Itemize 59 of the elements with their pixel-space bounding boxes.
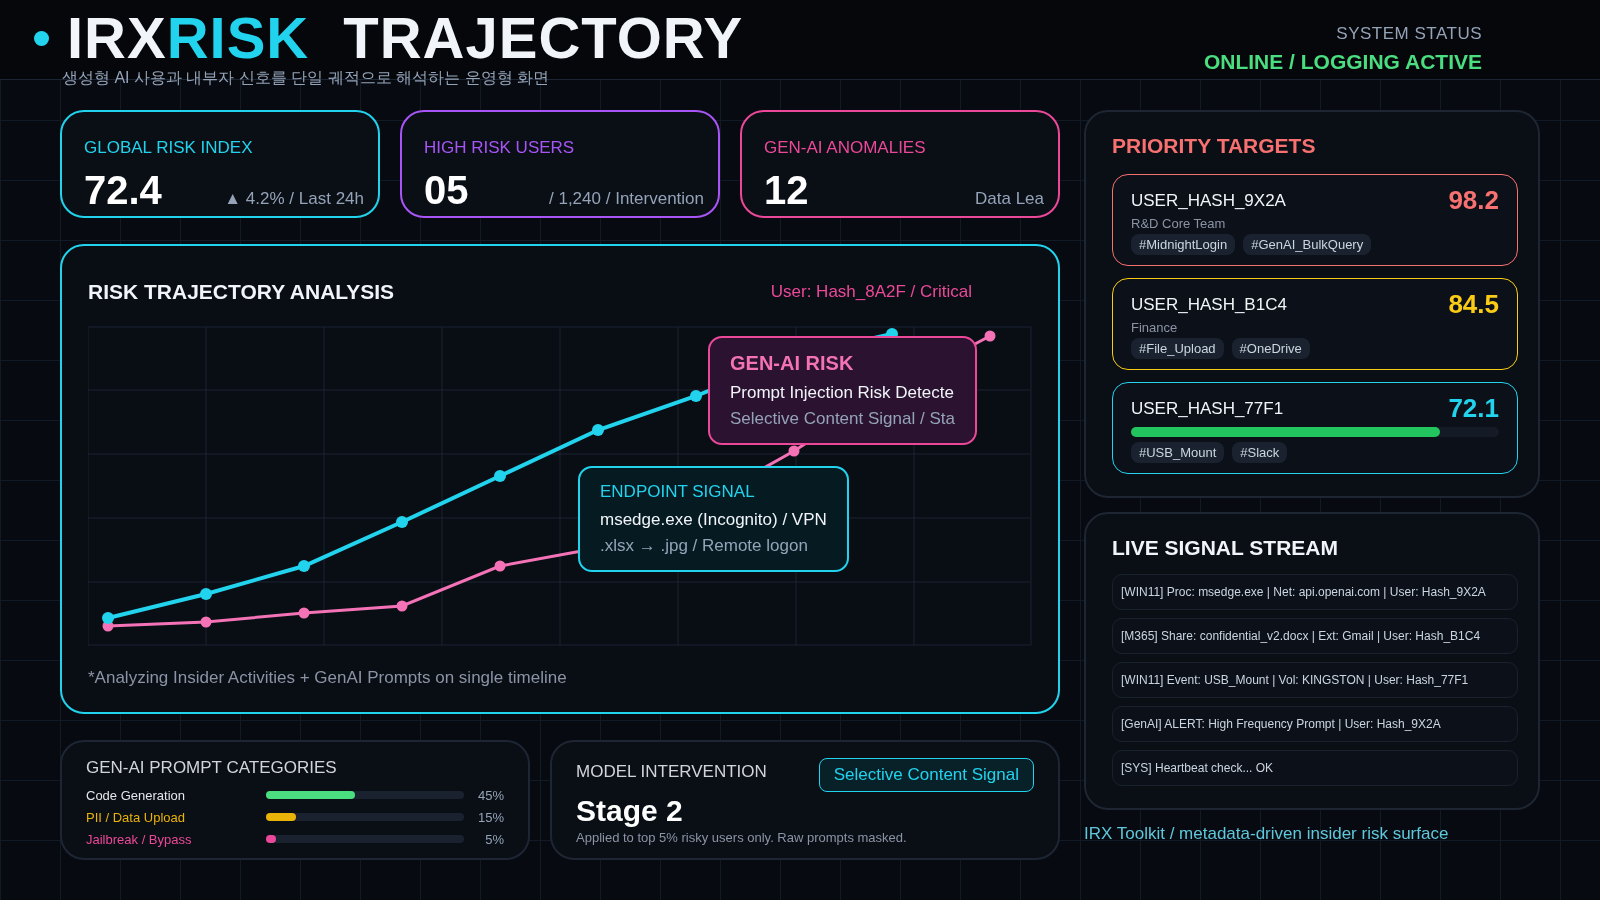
category-label: PII / Data Upload xyxy=(86,809,186,825)
target-card[interactable]: USER_HASH_9X2A 98.2 R&D Core Team #MidnightLogin #GenAI_BulkQuery xyxy=(1112,174,1518,266)
log-entry: [WIN11] Event: USB_Mount | Vol: KINGSTON | User: Hash_77F1 xyxy=(1112,662,1518,698)
stage-value: Stage 2 xyxy=(576,794,684,828)
risk-score: 84.5 xyxy=(1448,289,1499,320)
kpi-label: HIGH RISK USERS xyxy=(424,138,576,158)
target-card[interactable]: USER_HASH_77F1 72.1 #USB_Mount #Slack xyxy=(1112,382,1518,474)
kpi-label: GEN-AI ANOMALIES xyxy=(764,138,927,158)
app-title: IRXRISK TRAJECTORY xyxy=(67,6,744,70)
kpi-label: GLOBAL RISK INDEX xyxy=(84,138,254,158)
tag: #MidnightLogin xyxy=(1131,234,1236,255)
kpi-value: 05 xyxy=(424,170,469,210)
intervention-note: Applied to top 5% risky users only. Raw prompts masked. xyxy=(576,830,908,845)
category-label: Code Generation xyxy=(86,787,186,803)
target-card[interactable]: USER_HASH_B1C4 84.5 Finance #File_Upload #OneDrive xyxy=(1112,278,1518,370)
log-entry: [GenAI] ALERT: High Frequency Prompt | User: Hash_9X2A xyxy=(1112,706,1518,742)
tooltip-text: Selective Content Signal / Sta xyxy=(730,409,955,429)
kpi-value: 12 xyxy=(764,170,809,210)
tag: #File_Upload xyxy=(1131,338,1224,359)
category-label: Jailbreak / Bypass xyxy=(86,831,193,847)
department-label: R&D Core Team xyxy=(1131,216,1227,231)
kpi-value: 72.4 xyxy=(84,170,162,210)
panel-title: PRIORITY TARGETS xyxy=(1112,134,1317,158)
subtitle: 생성형 AI 사용과 내부자 신호를 단일 궤적으로 해석하는 운영형 화면 xyxy=(62,68,551,88)
kpi-note: / 1,240 / Intervention xyxy=(549,189,704,209)
percent-label: 45% xyxy=(476,787,504,803)
panel-title: MODEL INTERVENTION xyxy=(576,762,767,782)
user-hash: USER_HASH_B1C4 xyxy=(1131,294,1287,315)
tag: #USB_Mount xyxy=(1131,442,1225,463)
department-label: Finance xyxy=(1131,320,1179,335)
tag: #Slack xyxy=(1232,442,1288,463)
kpi-note: Data Lea xyxy=(975,189,1044,209)
log-entry: [WIN11] Proc: msedge.exe | Net: api.openai.com | User: Hash_9X2A xyxy=(1112,574,1518,610)
status-value: ONLINE / LOGGING ACTIVE xyxy=(1203,50,1482,74)
tooltip-title: GEN-AI RISK xyxy=(730,352,855,375)
user-flag-label: User: Hash_8A2F / Critical xyxy=(770,282,972,302)
log-entry: [M365] Share: confidential_v2.docx | Ext: Gmail | User: Hash_B1C4 xyxy=(1112,618,1518,654)
tooltip-text: Prompt Injection Risk Detecte xyxy=(730,383,955,403)
tooltip-title: ENDPOINT SIGNAL xyxy=(600,482,756,502)
status-label: SYSTEM STATUS xyxy=(1335,24,1482,44)
log-entry: [SYS] Heartbeat check... OK xyxy=(1112,750,1518,786)
percent-label: 15% xyxy=(476,809,504,825)
signal-badge: Selective Content Signal xyxy=(818,758,1034,792)
user-hash: USER_HASH_9X2A xyxy=(1131,190,1286,211)
tag: #GenAI_BulkQuery xyxy=(1243,234,1372,255)
risk-score: 72.1 xyxy=(1448,393,1499,424)
panel-title: LIVE SIGNAL STREAM xyxy=(1112,536,1339,560)
chart-footnote: *Analyzing Insider Activities + GenAI Prompts on single timeline xyxy=(88,668,568,688)
tooltip-text: .xlsx → .jpg / Remote logon xyxy=(600,536,809,556)
kpi-note: ▲ 4.2% / Last 24h xyxy=(224,189,364,209)
risk-score: 98.2 xyxy=(1448,185,1499,216)
panel-title: GEN-AI PROMPT CATEGORIES xyxy=(86,758,338,778)
bullet-dot-icon xyxy=(34,30,49,46)
chart-title: RISK TRAJECTORY ANALYSIS xyxy=(88,280,395,304)
user-hash: USER_HASH_77F1 xyxy=(1131,398,1284,419)
tag: #OneDrive xyxy=(1231,338,1310,359)
footer-text: IRX Toolkit / metadata-driven insider risk surface xyxy=(1084,824,1450,844)
tooltip-text: msedge.exe (Incognito) / VPN xyxy=(600,510,827,530)
percent-label: 5% xyxy=(484,831,504,847)
